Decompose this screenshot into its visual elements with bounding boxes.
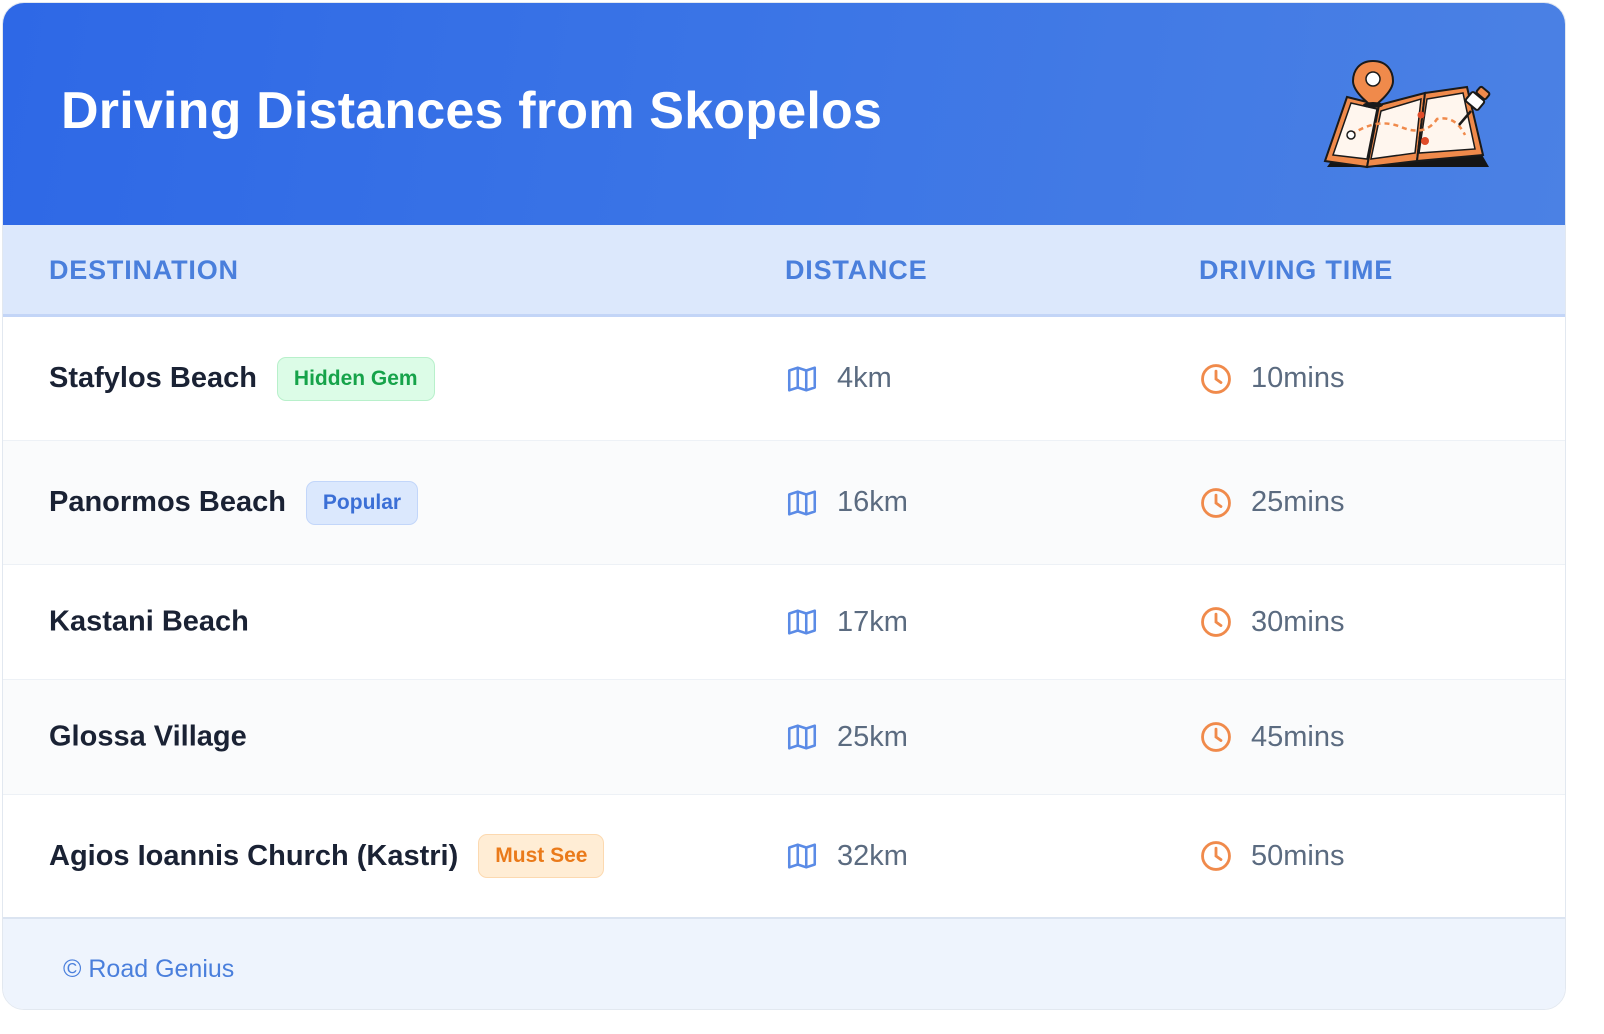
clock-icon <box>1201 722 1231 752</box>
driving-time-cell: 30mins <box>1199 605 1345 639</box>
distances-card: Driving Distances from Skopelos DESTINAT… <box>2 2 1566 1010</box>
destination-name: Agios Ioannis Church (Kastri) <box>49 839 459 872</box>
column-header-driving-time: DRIVING TIME <box>1199 255 1394 285</box>
popular-badge: Popular <box>305 480 419 525</box>
destination-cell: Panormos Beach Popular <box>49 480 419 525</box>
table-row: Panormos Beach Popular 16km 25mins <box>3 441 1565 565</box>
page-title: Driving Distances from Skopelos <box>61 82 883 140</box>
driving-time-value: 50mins <box>1251 839 1345 872</box>
distance-value: 25km <box>837 720 908 753</box>
header-banner: Driving Distances from Skopelos <box>3 3 1565 225</box>
must-see-badge: Must See <box>478 834 605 878</box>
column-header-distance: DISTANCE <box>785 255 928 285</box>
map-icon <box>787 609 817 635</box>
table-row: Agios Ioannis Church (Kastri) Must See 3… <box>3 795 1565 917</box>
destination-name: Glossa Village <box>49 720 247 753</box>
distance-cell: 4km <box>785 362 892 396</box>
destination-name: Kastani Beach <box>49 605 249 638</box>
clock-icon <box>1201 487 1231 518</box>
map-with-pins-icon <box>1323 59 1491 169</box>
driving-time-cell: 45mins <box>1199 720 1345 754</box>
distance-value: 16km <box>837 486 908 518</box>
map-icon <box>787 724 817 750</box>
driving-time-value: 25mins <box>1251 486 1345 518</box>
distance-value: 17km <box>837 605 908 638</box>
map-icon <box>787 365 817 392</box>
destination-name: Stafylos Beach <box>49 362 257 394</box>
driving-time-value: 45mins <box>1251 720 1345 753</box>
table-row: Glossa Village 25km 45mins <box>3 680 1565 795</box>
hidden-gem-badge: Hidden Gem <box>276 356 435 401</box>
destination-cell: Agios Ioannis Church (Kastri) Must See <box>49 834 605 878</box>
table-header: DESTINATION DISTANCE DRIVING TIME <box>3 225 1565 317</box>
column-header-destination: DESTINATION <box>49 255 239 285</box>
distance-cell: 16km <box>785 486 908 520</box>
destination-cell: Stafylos Beach Hidden Gem <box>49 356 435 401</box>
table-row: Stafylos Beach Hidden Gem 4km 10mins <box>3 317 1565 441</box>
driving-time-value: 30mins <box>1251 605 1345 638</box>
driving-time-value: 10mins <box>1251 362 1345 394</box>
driving-time-cell: 10mins <box>1199 362 1345 396</box>
distance-value: 4km <box>837 362 892 394</box>
distance-cell: 25km <box>785 720 908 754</box>
destination-cell: Glossa Village <box>49 721 247 754</box>
distance-value: 32km <box>837 839 908 872</box>
driving-time-cell: 50mins <box>1199 839 1345 873</box>
distance-cell: 17km <box>785 605 908 639</box>
destination-name: Panormos Beach <box>49 486 286 518</box>
clock-icon <box>1201 363 1231 394</box>
clock-icon <box>1201 841 1231 871</box>
map-icon <box>787 489 817 516</box>
map-icon <box>787 843 817 869</box>
driving-time-cell: 25mins <box>1199 486 1345 520</box>
copyright-text: © Road Genius <box>63 955 235 983</box>
destination-cell: Kastani Beach <box>49 606 249 639</box>
table-row: Kastani Beach 17km 30mins <box>3 565 1565 680</box>
clock-icon <box>1201 607 1231 637</box>
footer: © Road Genius <box>3 917 1565 1009</box>
distance-cell: 32km <box>785 839 908 873</box>
